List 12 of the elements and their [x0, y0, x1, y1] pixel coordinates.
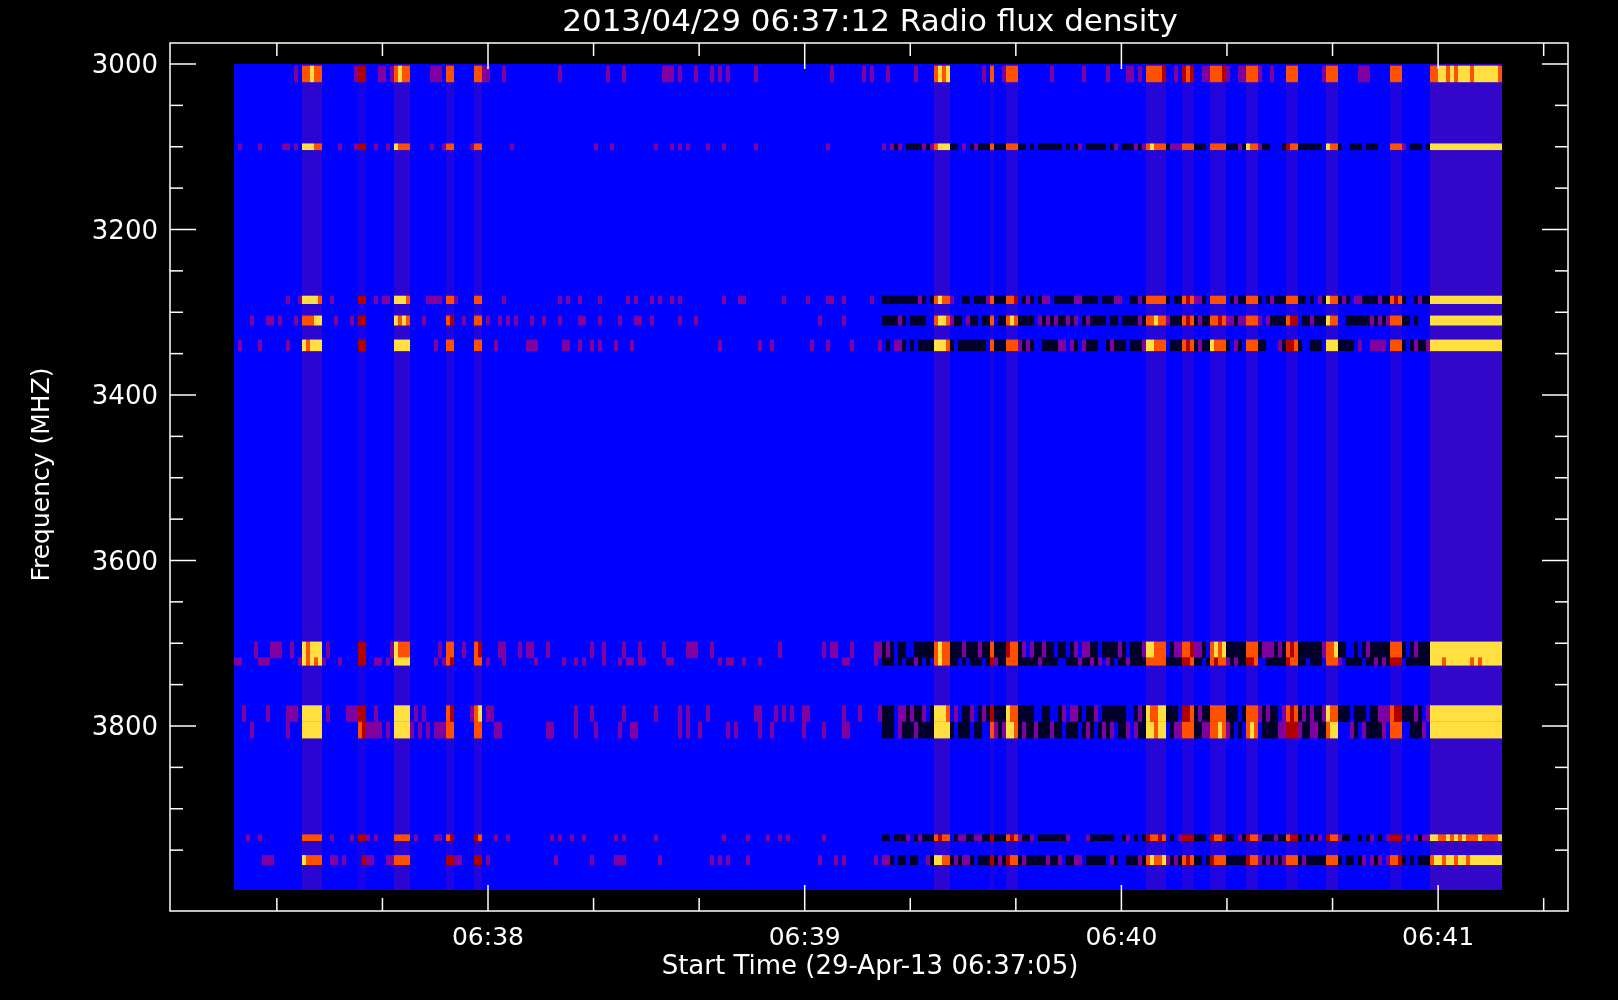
y-axis-label: Frequency (MHZ)	[25, 366, 55, 582]
x-tick-label: 06:38	[452, 922, 524, 948]
x-tick-label: 06:41	[1402, 922, 1475, 948]
chart-title: 2013/04/29 06:37:12 Radio flux density	[561, 1, 1179, 40]
x-axis-label: Start Time (29-Apr-13 06:37:05)	[661, 949, 1079, 982]
x-tick-label: 06:40	[1085, 922, 1158, 948]
y-tick-label: 3800	[91, 711, 158, 741]
y-tick-label: 3200	[91, 214, 158, 245]
y-tick-label: 3400	[91, 380, 158, 410]
x-tick-label: 06:39	[768, 922, 841, 948]
y-tick-label: 3000	[91, 49, 158, 79]
y-tick-label: 3600	[91, 545, 158, 576]
